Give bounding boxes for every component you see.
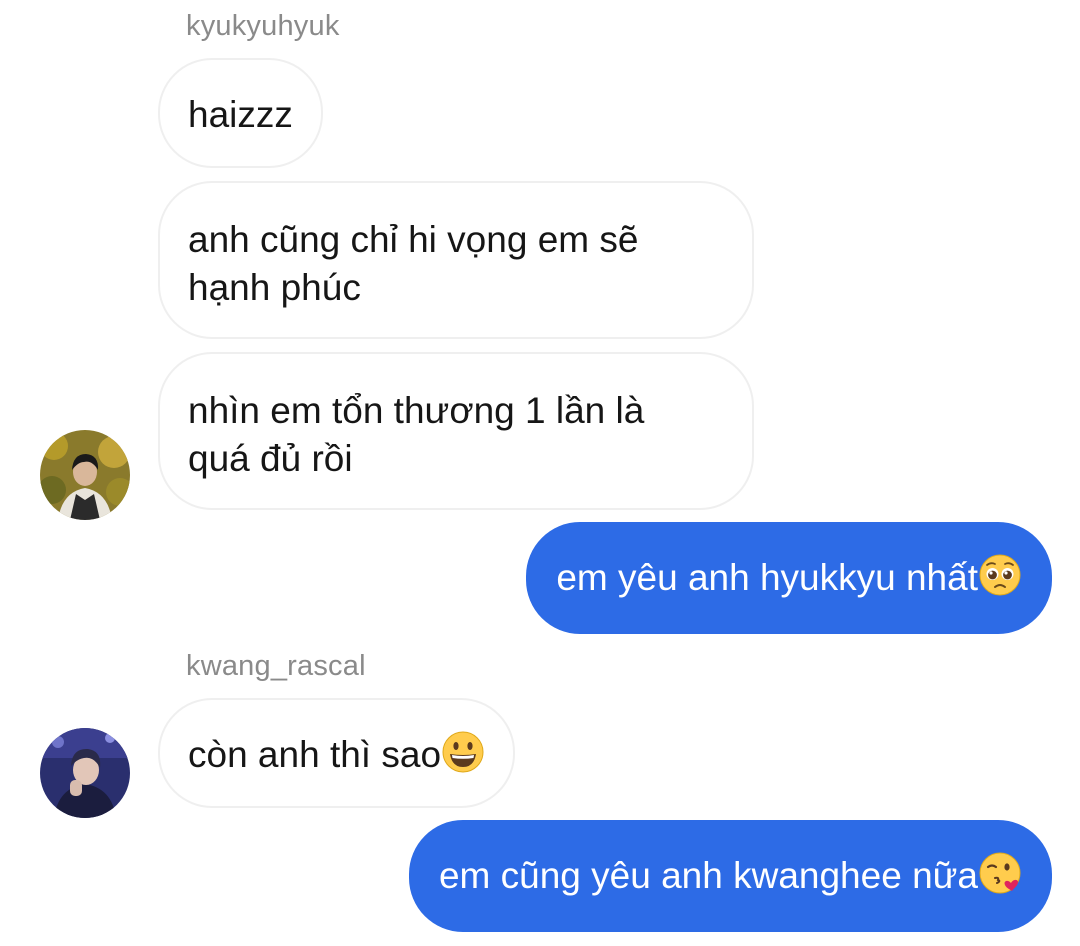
message-text-line: anh cũng chỉ hi vọng em sẽ — [188, 219, 639, 260]
avatar-photo-icon — [40, 430, 130, 520]
grinning-face-emoji-icon — [441, 707, 485, 773]
face-blowing-kiss-emoji-icon — [978, 827, 1022, 894]
avatar-photo-icon — [40, 728, 130, 818]
message-bubble-incoming[interactable]: haizzz — [158, 58, 323, 168]
message-text: haizzz — [188, 94, 293, 135]
message-text: em cũng yêu anh kwanghee nữa — [438, 855, 978, 896]
message-bubble-incoming[interactable]: anh cũng chỉ hi vọng em sẽ hạnh phúc — [158, 181, 754, 339]
message-bubble-incoming[interactable]: nhìn em tổn thương 1 lần là quá đủ rồi — [158, 352, 754, 510]
message-bubble-outgoing[interactable]: em yêu anh hyukkyu nhất — [526, 522, 1052, 634]
sender-name-kwang-rascal: kwang_rascal — [186, 650, 366, 682]
message-text: em yêu anh hyukkyu nhất — [556, 557, 978, 598]
message-text-line: hạnh phúc — [188, 267, 361, 308]
avatar-kyukyuhyuk[interactable] — [40, 430, 130, 520]
message-text-line: nhìn em tổn thương 1 lần là — [188, 390, 645, 431]
avatar-kwang-rascal[interactable] — [40, 728, 130, 818]
pleading-face-emoji-icon — [978, 529, 1022, 596]
message-text-line: quá đủ rồi — [188, 438, 353, 479]
message-text: còn anh thì sao — [188, 734, 442, 775]
message-bubble-outgoing[interactable]: em cũng yêu anh kwanghee nữa — [408, 820, 1052, 932]
message-bubble-incoming[interactable]: còn anh thì sao — [158, 698, 516, 808]
sender-name-kyukyuhyuk: kyukyuhyuk — [186, 10, 340, 42]
